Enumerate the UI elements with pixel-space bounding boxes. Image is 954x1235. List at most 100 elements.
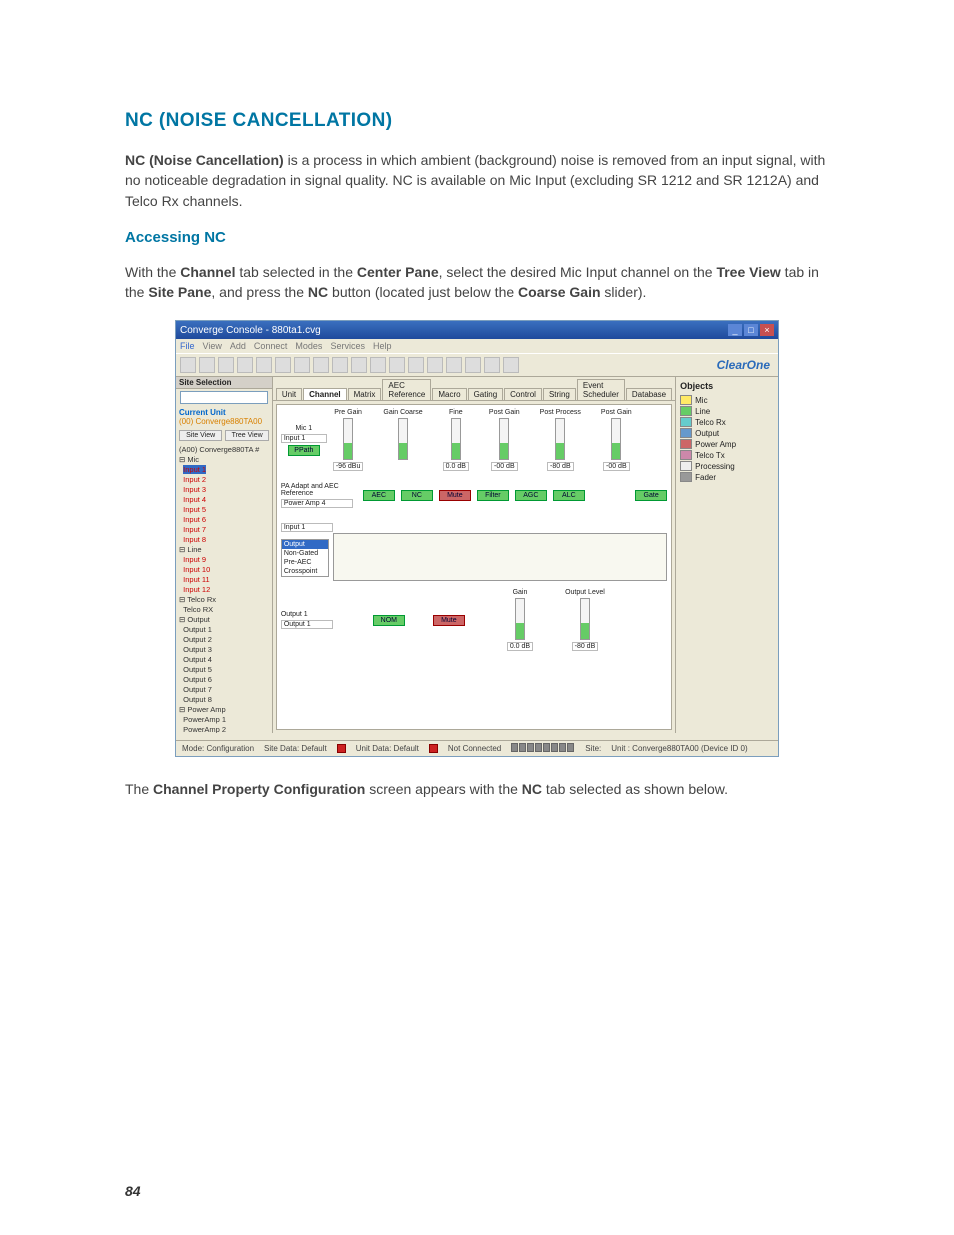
list-item[interactable]: Crosspoint <box>282 567 328 576</box>
site-dropdown[interactable] <box>180 391 268 404</box>
tab-aec[interactable]: AEC Reference <box>382 379 431 400</box>
menu-file[interactable]: File <box>180 341 195 351</box>
tree-root[interactable]: (A00) Converge880TA # <box>179 445 269 455</box>
tab-control[interactable]: Control <box>504 388 542 400</box>
filter-button[interactable]: Filter <box>477 490 509 501</box>
list-item[interactable]: Pre-AEC <box>282 558 328 567</box>
tool-icon[interactable] <box>199 357 215 373</box>
tree-item[interactable]: Input 2 <box>183 475 206 484</box>
tab-matrix[interactable]: Matrix <box>348 388 382 400</box>
tab-string[interactable]: String <box>543 388 576 400</box>
tab-gating[interactable]: Gating <box>468 388 504 400</box>
coarse-slider[interactable] <box>398 418 408 460</box>
tree-group-telcorx[interactable]: Telco Rx <box>187 595 216 604</box>
tool-icon[interactable] <box>465 357 481 373</box>
object-item[interactable]: Telco Tx <box>695 451 725 460</box>
nom-button[interactable]: NOM <box>373 615 405 626</box>
output-mute-button[interactable]: Mute <box>433 615 465 626</box>
tool-icon[interactable] <box>446 357 462 373</box>
tab-database[interactable]: Database <box>626 388 672 400</box>
alc-button[interactable]: ALC <box>553 490 585 501</box>
tree-item[interactable]: Input 12 <box>183 585 210 594</box>
tree-item[interactable]: Telco RX <box>183 605 213 614</box>
tool-icon[interactable] <box>294 357 310 373</box>
tool-icon[interactable] <box>313 357 329 373</box>
tool-icon[interactable] <box>237 357 253 373</box>
list-item[interactable]: Output <box>282 540 328 549</box>
tree-item[interactable]: Output 6 <box>183 675 212 684</box>
menu-add[interactable]: Add <box>230 341 246 351</box>
object-item[interactable]: Line <box>695 407 710 416</box>
tree-group-poweramp[interactable]: Power Amp <box>187 705 225 714</box>
tool-icon[interactable] <box>389 357 405 373</box>
fine-slider[interactable] <box>451 418 461 460</box>
object-item[interactable]: Output <box>695 429 719 438</box>
tree-item[interactable]: Input 7 <box>183 525 206 534</box>
tree-item[interactable]: Output 1 <box>183 625 212 634</box>
tool-icon[interactable] <box>370 357 386 373</box>
menu-view[interactable]: View <box>203 341 222 351</box>
tree-item[interactable]: Output 3 <box>183 645 212 654</box>
tree-item[interactable]: Input 11 <box>183 575 210 584</box>
tree-item[interactable]: Input 9 <box>183 555 206 564</box>
tree-item[interactable]: Input 10 <box>183 565 210 574</box>
tool-icon[interactable] <box>218 357 234 373</box>
object-item[interactable]: Mic <box>695 396 707 405</box>
matrix-grid[interactable] <box>333 533 667 581</box>
menu-help[interactable]: Help <box>373 341 392 351</box>
tool-icon[interactable] <box>332 357 348 373</box>
tool-icon[interactable] <box>484 357 500 373</box>
tab-channel[interactable]: Channel <box>303 388 347 400</box>
tree-group-output[interactable]: Output <box>187 615 210 624</box>
tool-icon[interactable] <box>408 357 424 373</box>
tool-icon[interactable] <box>503 357 519 373</box>
tree-item[interactable]: Input 1 <box>183 465 206 474</box>
paref-select[interactable]: Power Amp 4 <box>281 499 353 508</box>
tab-event[interactable]: Event Scheduler <box>577 379 625 400</box>
tab-unit[interactable]: Unit <box>276 388 302 400</box>
tree-item[interactable]: Output 8 <box>183 695 212 704</box>
gain-slider[interactable] <box>515 598 525 640</box>
tree-group-line[interactable]: Line <box>187 545 201 554</box>
close-button[interactable]: × <box>760 324 774 336</box>
tree-item[interactable]: Input 6 <box>183 515 206 524</box>
tool-icon[interactable] <box>351 357 367 373</box>
tool-icon[interactable] <box>427 357 443 373</box>
fine-value[interactable]: 0.0 dB <box>443 462 469 471</box>
menu-services[interactable]: Services <box>330 341 365 351</box>
tree-item[interactable]: Input 4 <box>183 495 206 504</box>
tree-item[interactable]: Input 8 <box>183 535 206 544</box>
object-item[interactable]: Processing <box>695 462 735 471</box>
site-view-tab[interactable]: Site View <box>179 430 222 441</box>
object-item[interactable]: Fader <box>695 473 716 482</box>
gain-value[interactable]: 0.0 dB <box>507 642 533 651</box>
menu-modes[interactable]: Modes <box>295 341 322 351</box>
aec-button[interactable]: AEC <box>363 490 395 501</box>
list-item[interactable]: Non-Gated <box>282 549 328 558</box>
tree-item[interactable]: Input 5 <box>183 505 206 514</box>
gate-button[interactable]: Gate <box>635 490 667 501</box>
minimize-button[interactable]: _ <box>728 324 742 336</box>
mic-input-field[interactable]: Input 1 <box>281 434 327 443</box>
agc-button[interactable]: AGC <box>515 490 547 501</box>
menu-connect[interactable]: Connect <box>254 341 288 351</box>
tree-item[interactable]: Output 5 <box>183 665 212 674</box>
tree-item[interactable]: Output 2 <box>183 635 212 644</box>
tool-icon[interactable] <box>256 357 272 373</box>
nc-button[interactable]: NC <box>401 490 433 501</box>
tree-item[interactable]: PowerAmp 1 <box>183 715 226 724</box>
tree-item[interactable]: PowerAmp 2 <box>183 725 226 733</box>
output-field[interactable]: Output 1 <box>281 620 333 629</box>
tree-item[interactable]: Input 3 <box>183 485 206 494</box>
object-item[interactable]: Power Amp <box>695 440 736 449</box>
tree-item[interactable]: Output 7 <box>183 685 212 694</box>
input-select[interactable]: Input 1 <box>281 523 333 532</box>
mute-button[interactable]: Mute <box>439 490 471 501</box>
tool-icon[interactable] <box>180 357 196 373</box>
tool-icon[interactable] <box>275 357 291 373</box>
tree-group-mic[interactable]: Mic <box>187 455 199 464</box>
maximize-button[interactable]: □ <box>744 324 758 336</box>
tree-item[interactable]: Output 4 <box>183 655 212 664</box>
signal-type-list[interactable]: Output Non-Gated Pre-AEC Crosspoint <box>281 539 329 577</box>
ppath-button[interactable]: PPath <box>288 445 320 456</box>
